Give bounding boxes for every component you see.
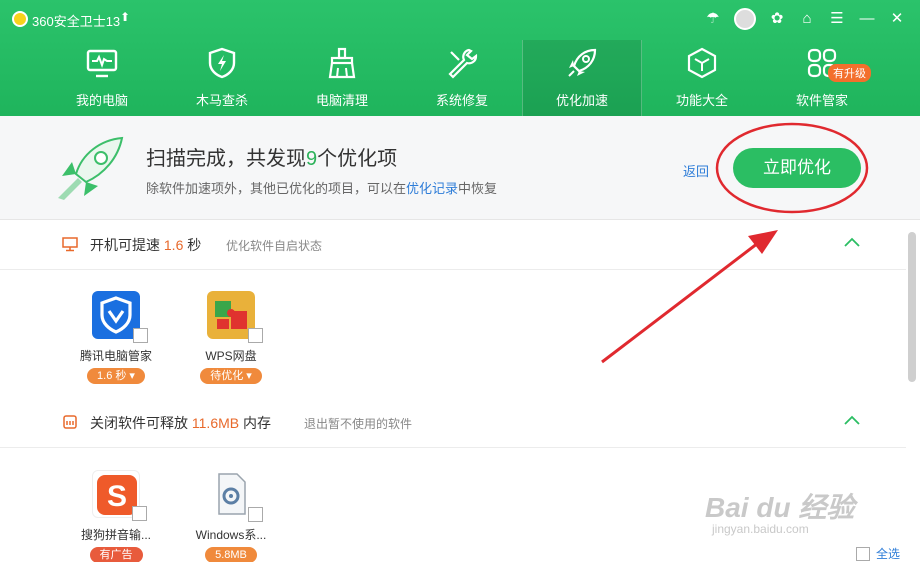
nav-label: 功能大全 [675,93,728,108]
monitor-icon [86,49,118,78]
app-title: 360安全卫士13 [32,14,121,29]
app-item[interactable]: 腾讯电脑管家 1.6 秒 ▾ [66,291,166,384]
app-checkbox[interactable] [133,328,148,343]
section-title: 关闭软件可释放 11.6MB 内存 [90,413,271,433]
wps-cloud-app-icon [207,291,263,343]
select-all[interactable]: 全选 [856,545,900,562]
close-icon[interactable]: ✕ [884,7,910,31]
nav-label: 系统修复 [435,93,488,108]
umbrella-icon[interactable]: ☂ [700,7,726,31]
scan-result-banner: 扫描完成，共发现9个优化项 除软件加速项外，其他已优化的项目，可以在优化记录中恢… [0,116,920,220]
scan-count: 9 [306,148,318,170]
nav-label: 我的电脑 [75,93,128,108]
scan-title-suffix: 个优化项 [317,148,398,170]
window-controls: ☂ ✿ ⌂ ☰ — ✕ [700,7,910,31]
shirt-icon[interactable]: ⌂ [794,7,820,31]
nav-system-repair[interactable]: 系统修复 [402,40,522,116]
nav-label: 木马查杀 [195,93,248,108]
upgrade-arrow-icon[interactable]: ⬆ [120,10,130,24]
app-name: Windows系... [195,528,267,542]
broom-icon [328,47,356,79]
app-item[interactable]: Windows系... 5.8MB [181,470,281,562]
sogou-pinyin-app-icon: S [92,470,147,521]
memory-chip-icon [63,415,77,429]
watermark-url: jingyan.baidu.com [712,522,809,536]
section-value: 1.6 [163,237,184,253]
main-header: 360安全卫士13 ⬆ ☂ ✿ ⌂ ☰ — ✕ 我的电脑 木马查杀 电脑清理 系… [0,0,920,116]
title-bar: 360安全卫士13 ⬆ ☂ ✿ ⌂ ☰ — ✕ [0,0,920,36]
section-boot-speed: 开机可提速 1.6 秒 优化软件自启状态 [0,220,906,270]
nav-label: 电脑清理 [315,93,368,108]
select-all-label: 全选 [876,547,901,561]
rocket-icon [568,48,597,77]
cube-icon [687,47,717,79]
scan-title: 扫描完成，共发现9个优化项 [146,142,397,171]
nav-software-manager[interactable]: 有升级 软件管家 [762,40,882,116]
nav-trojan-scan[interactable]: 木马查杀 [162,40,282,116]
main-nav: 我的电脑 木马查杀 电脑清理 系统修复 优化加速 功能大全 有升级 软件管家 [42,40,882,116]
nav-features[interactable]: 功能大全 [642,40,762,116]
section-title: 开机可提速 1.6 秒 [90,235,201,255]
svg-text:S: S [107,480,127,513]
minimize-icon[interactable]: — [854,7,880,31]
nav-cleanup[interactable]: 电脑清理 [282,40,402,116]
rocket-illustration-icon [58,136,124,200]
section-title-text: 开机可提速 [90,237,160,253]
select-all-checkbox[interactable] [856,546,870,561]
app-item[interactable]: S 搜狗拼音输... 有广告 [66,470,166,562]
optimize-history-link[interactable]: 优化记录 [406,181,458,196]
wrench-icon [448,48,478,79]
section-note: 退出暂不使用的软件 [304,417,413,431]
app-checkbox[interactable] [132,506,147,521]
nav-optimize[interactable]: 优化加速 [522,40,642,116]
app-tag[interactable]: 1.6 秒 ▾ [87,368,145,384]
monitor-icon [62,237,78,252]
tencent-pc-manager-app-icon [92,291,148,343]
nav-label: 优化加速 [555,93,608,108]
app-tag[interactable]: 待优化 ▾ [200,368,262,384]
upgrade-badge: 有升级 [828,64,871,82]
app-name: 腾讯电脑管家 [79,349,152,363]
avatar[interactable] [734,8,756,30]
app-logo [12,11,28,27]
app-tag[interactable]: 有广告 [89,547,143,562]
scan-sub-suffix: 中恢复 [458,181,498,196]
scan-title-text: 扫描完成，共发现 [146,148,306,170]
app-tag[interactable]: 5.8MB [205,547,257,562]
chevron-up-icon[interactable] [843,414,861,426]
nav-label: 软件管家 [795,93,848,108]
section-free-memory: 关闭软件可释放 11.6MB 内存 退出暂不使用的软件 [0,398,906,448]
nav-my-computer[interactable]: 我的电脑 [42,40,162,116]
app-name: WPS网盘 [205,349,257,363]
shield-bolt-icon [208,47,236,79]
app-name: 搜狗拼音输... [80,528,151,542]
menu-icon[interactable]: ☰ [824,7,850,31]
scan-subtitle: 除软件加速项外，其他已优化的项目，可以在优化记录中恢复 [146,178,497,197]
app-checkbox[interactable] [248,328,263,343]
section-value: 11.6MB [191,415,240,431]
scan-sub-text: 除软件加速项外，其他已优化的项目，可以在 [146,181,407,196]
back-link[interactable]: 返回 [683,161,709,180]
watermark-logo: Bai du 经验 [705,492,855,523]
chevron-up-icon[interactable] [843,236,861,248]
windows-system-app-icon [207,470,263,522]
section-note: 优化软件自启状态 [226,239,323,253]
app-item[interactable]: WPS网盘 待优化 ▾ [181,291,281,384]
section-title-text: 关闭软件可释放 [90,415,188,431]
optimize-now-button[interactable]: 立即优化 [733,148,861,188]
app-checkbox[interactable] [248,507,263,522]
scrollbar-thumb[interactable] [908,232,916,382]
skin-icon[interactable]: ✿ [764,7,790,31]
section-unit: 内存 [243,415,271,431]
section-unit: 秒 [187,237,202,253]
